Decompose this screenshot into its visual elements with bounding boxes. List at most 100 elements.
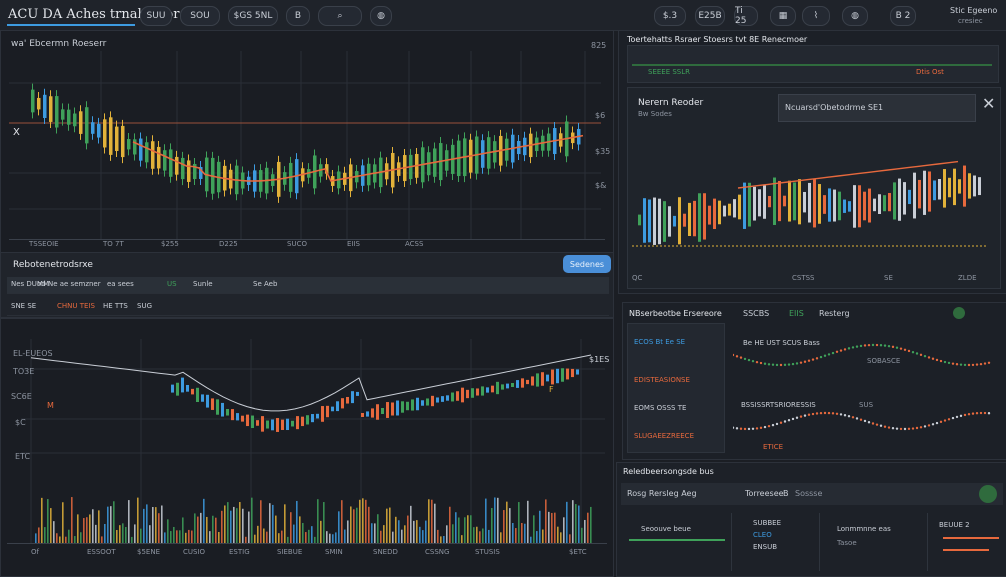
watch-dot [791, 417, 795, 421]
card-3-sub: Tasoe [837, 539, 857, 547]
toolbar-right-6[interactable]: ◍ [842, 6, 868, 26]
watchlist-title: NBserbeotbe Ersereore [629, 309, 722, 318]
toolbar-right-2[interactable]: E25B [695, 6, 725, 26]
watch-row-1[interactable]: ECOS Bt Ee SE [634, 338, 685, 346]
watchlist-tab-2[interactable]: EIIS [789, 309, 804, 318]
volume-bar [434, 503, 436, 543]
toolbar-item-2[interactable]: SOU [180, 6, 220, 26]
volume-bar [296, 500, 298, 543]
watch-dot [911, 427, 915, 430]
volume-bar [299, 516, 301, 543]
watch-dot [987, 361, 991, 364]
orders-action-button[interactable]: Sedenes [563, 255, 611, 273]
right-candle [693, 200, 696, 237]
watch-row-2[interactable]: EDISTEASIONSE [634, 376, 690, 384]
volume-bar [38, 527, 40, 543]
volume-bar [194, 513, 196, 543]
search-button[interactable]: ⌕ [318, 6, 362, 26]
candle [145, 142, 149, 163]
orders-row[interactable]: SNE SE CHNU TEIS HE TTS SUG [7, 299, 609, 316]
watch-dot [787, 363, 791, 366]
volume-bar [311, 526, 313, 543]
toolbar-right-3[interactable]: Ti 25 [734, 6, 758, 26]
volume-bar [548, 511, 550, 543]
card-2[interactable]: SUBBEE CLEO ENSUB [739, 513, 820, 571]
toolbar-right-5[interactable]: ⌇ [802, 6, 830, 26]
watch-dot [867, 421, 871, 424]
card-1[interactable]: Seoouve beue [621, 513, 732, 571]
lower-candle [511, 382, 514, 388]
toolbar-right-1[interactable]: $.3 [654, 6, 686, 26]
toolbar-item-1[interactable]: SUU [140, 6, 172, 26]
lower-candle [236, 413, 239, 421]
lower-candle [241, 415, 244, 422]
candle [115, 126, 119, 152]
watch-dot [923, 354, 927, 358]
toolbar-item-3[interactable]: $GS 5NL [228, 6, 278, 26]
volume-bar [212, 515, 214, 543]
toolbar-right-4[interactable]: ▦ [770, 6, 796, 26]
volume-bar [284, 504, 286, 543]
watch-dot [799, 415, 803, 418]
volume-bar [224, 505, 226, 543]
watchlist-tab-1[interactable]: SSCBS [743, 309, 769, 318]
watch-row-4[interactable]: SLUGAEEZREECE [634, 432, 694, 440]
right-candle [773, 177, 776, 225]
watch-dot [759, 426, 763, 430]
lower-candle [466, 389, 469, 399]
volume-bar [95, 524, 97, 543]
toolbar-item-4[interactable]: B [286, 6, 310, 26]
watch-dot [775, 363, 779, 367]
watch-dot [867, 343, 871, 347]
toolbar-right-7[interactable]: B 2 [890, 6, 916, 26]
watch-dot [891, 345, 895, 349]
watch-dot [779, 421, 783, 424]
candle [187, 160, 191, 182]
watch-dot [943, 419, 947, 422]
right-chart-svg[interactable] [628, 128, 1000, 288]
watch-dot [795, 362, 799, 365]
lower-candle [271, 419, 274, 431]
volume-bar [362, 498, 364, 543]
volume-bar [419, 526, 421, 543]
card-3[interactable]: Lonmmnne eas Tasoe [827, 513, 928, 571]
card-4-bar-1 [943, 537, 999, 539]
volume-bar [485, 498, 487, 543]
lower-x-label-4: CUSIO [183, 548, 206, 556]
volume-bar [305, 532, 307, 543]
watchlist-tab-3[interactable]: Resterg [819, 309, 850, 318]
watch-dot [759, 361, 763, 365]
watch-dot [919, 426, 923, 429]
volume-bar [56, 533, 58, 543]
watch-dot [787, 419, 791, 422]
lower-candle [576, 369, 579, 375]
watch-dot [839, 413, 843, 416]
account-label[interactable]: Stic Egeeno [950, 6, 997, 15]
lower-candle [186, 384, 189, 392]
right-info-box[interactable]: Ncuarsd'Obetodrme SE1 [778, 94, 976, 122]
watch-dot [743, 427, 747, 431]
lower-candle [296, 416, 299, 430]
volume-bar [572, 500, 574, 543]
right-candle [673, 215, 676, 227]
watch-chart-label-2: SOBASCE [867, 357, 901, 365]
lower-candle [471, 388, 474, 398]
card-3-label: Lonmmnne eas [837, 525, 891, 533]
main-chart-svg[interactable] [1, 31, 613, 253]
watch-dot [863, 344, 867, 347]
right-candle [953, 168, 956, 206]
watch-dot [799, 361, 803, 364]
orders-title: Rebotenetrodsrxe [13, 260, 93, 270]
lower-chart-svg[interactable] [1, 319, 613, 576]
lower-candle [461, 387, 464, 403]
card-4[interactable]: BEUUE 2 [933, 513, 1003, 571]
candle [61, 109, 65, 120]
close-icon[interactable]: ✕ [982, 94, 996, 113]
volume-bar [428, 499, 430, 543]
watch-row-3[interactable]: EOMS OSSS TE [634, 404, 686, 412]
globe-button[interactable]: ◍ [370, 6, 392, 26]
right-candle [973, 175, 976, 197]
bottom-right-cards: Seoouve beue SUBBEE CLEO ENSUB Lonmmnne … [621, 513, 1003, 573]
volume-bar [272, 504, 274, 543]
watch-dot [843, 348, 847, 351]
